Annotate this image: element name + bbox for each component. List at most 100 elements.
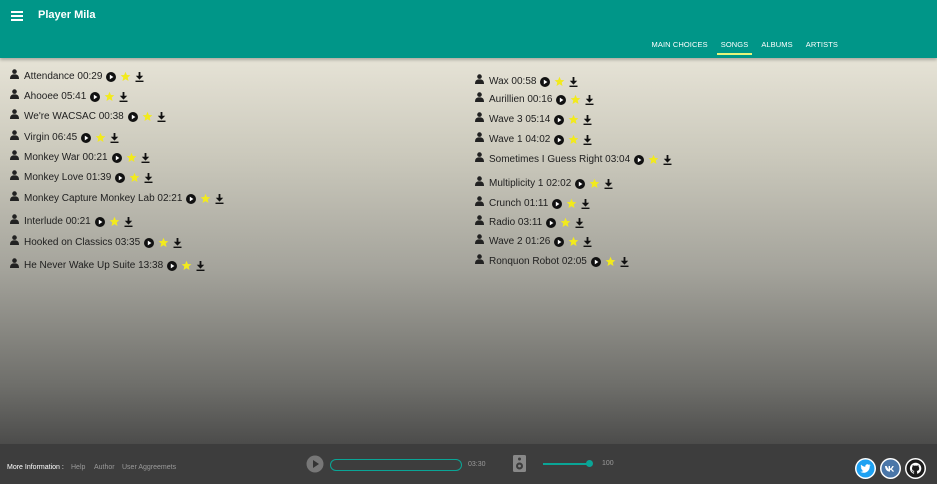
favorite-star-icon[interactable] [605,256,616,267]
favorite-star-icon[interactable] [120,71,131,82]
song-row[interactable]: Multiplicity 1 02:02 [475,175,613,189]
favorite-star-icon[interactable] [95,132,106,143]
tab-albums[interactable]: ALBUMS [757,39,796,55]
favorite-star-icon[interactable] [200,193,211,204]
download-icon[interactable] [585,94,594,105]
user-agreements-link[interactable]: User Aggreemets [122,464,176,471]
download-icon[interactable] [215,193,224,204]
favorite-star-icon[interactable] [568,134,579,145]
play-icon[interactable] [186,193,197,204]
play-pause-button[interactable] [306,455,324,473]
play-icon[interactable] [554,236,565,247]
play-icon[interactable] [590,256,601,267]
download-icon[interactable] [124,216,133,227]
play-icon[interactable] [106,71,117,82]
song-row[interactable]: Virgin 06:45 [10,129,119,143]
favorite-star-icon[interactable] [158,237,169,248]
play-icon[interactable] [90,91,101,102]
song-row[interactable]: We're WACSAC 00:38 [10,108,166,122]
song-row[interactable]: Wave 3 05:14 [475,111,592,125]
github-button[interactable] [905,458,926,479]
song-row[interactable]: Radio 03:11 [475,214,584,228]
play-icon[interactable] [556,94,567,105]
song-row[interactable]: Attendance 00:29 [10,68,144,82]
song-row[interactable]: Crunch 01:11 [475,195,590,209]
vk-button[interactable] [880,458,901,479]
favorite-star-icon[interactable] [568,114,579,125]
download-icon[interactable] [144,172,153,183]
favorite-star-icon[interactable] [129,172,140,183]
song-row[interactable]: Monkey War 00:21 [10,149,150,163]
song-duration: 01:26 [525,236,551,247]
play-icon[interactable] [94,216,105,227]
song-row[interactable]: Monkey Love 01:39 [10,169,153,183]
favorite-star-icon[interactable] [109,216,120,227]
song-row[interactable]: He Never Wake Up Suite 13:38 [10,257,205,271]
download-icon[interactable] [581,198,590,209]
favorite-star-icon[interactable] [568,236,579,247]
favorite-star-icon[interactable] [566,198,577,209]
download-icon[interactable] [119,91,128,102]
favorite-star-icon[interactable] [142,111,153,122]
song-row[interactable]: Hooked on Classics 03:35 [10,234,182,248]
favorite-star-icon[interactable] [648,154,659,165]
play-icon[interactable] [127,111,138,122]
song-title: We're WACSAC [24,111,96,122]
play-icon[interactable] [634,154,645,165]
song-row[interactable]: Aurillien 00:16 [475,91,594,105]
song-row[interactable]: Wave 2 01:26 [475,233,592,247]
download-icon[interactable] [141,152,150,163]
play-icon[interactable] [144,237,155,248]
download-icon[interactable] [569,76,578,87]
tab-songs[interactable]: SONGS [716,39,753,55]
favorite-star-icon[interactable] [181,260,192,271]
download-icon[interactable] [196,260,205,271]
download-icon[interactable] [583,134,592,145]
play-icon[interactable] [540,76,551,87]
tab-artists[interactable]: ARTISTS [802,39,842,55]
play-icon[interactable] [115,172,126,183]
download-icon[interactable] [575,217,584,228]
favorite-star-icon[interactable] [570,94,581,105]
track-progress-bar[interactable] [330,459,462,471]
play-icon[interactable] [111,152,122,163]
play-icon[interactable] [546,217,557,228]
favorite-star-icon[interactable] [104,91,115,102]
download-icon[interactable] [620,256,629,267]
author-link[interactable]: Author [94,464,115,471]
person-icon [10,169,19,180]
play-icon[interactable] [554,134,565,145]
volume-slider-track[interactable] [543,463,590,465]
song-row[interactable]: Ahooee 05:41 [10,88,128,102]
download-icon[interactable] [135,71,144,82]
song-row[interactable]: Sometimes I Guess Right 03:04 [475,151,672,165]
volume-slider-handle[interactable] [586,460,593,467]
download-icon[interactable] [604,178,613,189]
song-row[interactable]: Wax 00:58 [475,73,578,87]
download-icon[interactable] [157,111,166,122]
github-icon [905,458,926,479]
favorite-star-icon[interactable] [126,152,137,163]
play-icon[interactable] [81,132,92,143]
download-icon[interactable] [583,236,592,247]
play-icon[interactable] [167,260,178,271]
favorite-star-icon[interactable] [560,217,571,228]
song-row[interactable]: Ronquon Robot 02:05 [475,253,629,267]
download-icon[interactable] [663,154,672,165]
play-icon[interactable] [552,198,563,209]
help-link[interactable]: Help [71,464,85,471]
download-icon[interactable] [110,132,119,143]
hamburger-menu-icon[interactable] [11,11,23,21]
favorite-star-icon[interactable] [554,76,565,87]
tab-main-choices[interactable]: MAIN CHOICES [648,39,712,55]
speaker-button[interactable] [513,455,526,472]
play-icon[interactable] [554,114,565,125]
song-row[interactable]: Wave 1 04:02 [475,131,592,145]
favorite-star-icon[interactable] [589,178,600,189]
play-icon[interactable] [575,178,586,189]
download-icon[interactable] [173,237,182,248]
song-row[interactable]: Monkey Capture Monkey Lab 02:21 [10,190,224,204]
download-icon[interactable] [583,114,592,125]
twitter-button[interactable] [855,458,876,479]
song-row[interactable]: Interlude 00:21 [10,213,133,227]
